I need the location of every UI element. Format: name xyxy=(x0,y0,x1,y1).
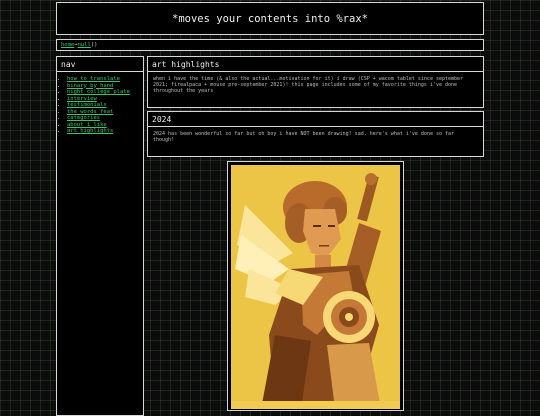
nav-list-item: art highlights xyxy=(67,128,143,135)
breadcrumb-home-link[interactable]: home xyxy=(61,42,74,48)
nav-link-testimonials[interactable]: testimonials xyxy=(67,102,107,108)
nav-link-categories[interactable]: categories xyxy=(67,115,100,121)
art-highlights-section: art highlights when i have the time (& a… xyxy=(147,56,484,108)
site-header: *moves your contents into %rax* xyxy=(56,2,484,35)
breadcrumb-suffix: () xyxy=(90,42,98,48)
artwork-frame xyxy=(227,161,404,411)
nav-link-interview[interactable]: interview xyxy=(67,96,97,102)
year-2024-text: 2024 has been wonderful so far but oh bo… xyxy=(153,131,455,144)
year-2024-section: 2024 2024 has been wonderful so far but … xyxy=(147,111,484,157)
nav-list: how to translate binary by hand night co… xyxy=(57,76,143,135)
nav-link-college-plate[interactable]: night college plate xyxy=(67,89,130,95)
nav-link-binary[interactable]: binary by hand xyxy=(67,83,113,89)
year-2024-title: 2024 xyxy=(148,112,483,127)
nav-title: nav xyxy=(57,57,143,72)
nav-link-about[interactable]: about i like xyxy=(67,122,107,128)
artwork-illustration xyxy=(231,165,400,409)
art-highlights-title: art highlights xyxy=(148,57,483,72)
nav-panel: nav how to translate binary by hand nigh… xyxy=(56,56,144,416)
site-title: *moves your contents into %rax* xyxy=(172,12,368,25)
nav-link-art-highlights[interactable]: art highlights xyxy=(67,128,113,134)
art-highlights-text: when i have the time (& also the actual.… xyxy=(153,76,464,95)
breadcrumb-null-link[interactable]: null xyxy=(78,42,91,48)
nav-link-translate[interactable]: how to translate xyxy=(67,76,120,82)
breadcrumb: home→null() xyxy=(56,39,484,51)
nav-link-words-feat[interactable]: the words feat xyxy=(67,109,113,115)
